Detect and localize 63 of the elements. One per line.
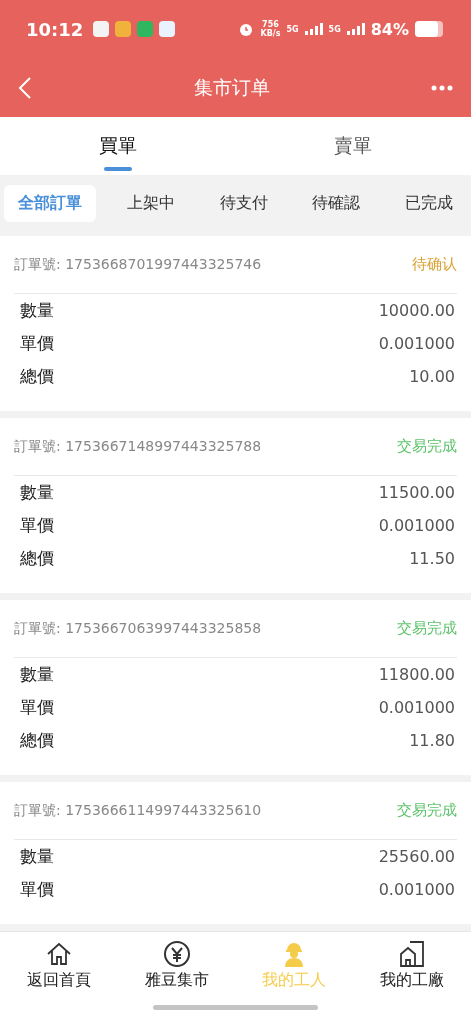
signal-icon bbox=[346, 23, 365, 35]
order-status: 待确认 bbox=[412, 255, 457, 274]
field-value: 0.001000 bbox=[378, 334, 455, 353]
field-value: 0.001000 bbox=[378, 516, 455, 535]
signal-icon bbox=[304, 23, 323, 35]
battery-icon bbox=[415, 21, 445, 37]
field-value: 11.80 bbox=[409, 731, 455, 750]
field-value: 11.50 bbox=[409, 549, 455, 568]
order-card[interactable]: 訂單號: 1753667063997443325858 交易完成 數量 11800.00 單價 0.001000 總價 11.80 bbox=[0, 600, 471, 775]
battery-level: 84% bbox=[370, 19, 409, 39]
app-icon bbox=[159, 21, 176, 37]
field-label: 數量 bbox=[20, 299, 54, 322]
app-icon bbox=[93, 21, 110, 37]
filter-tab[interactable]: 待支付 bbox=[205, 185, 282, 222]
order-tab[interactable]: 賣單 bbox=[235, 117, 471, 175]
order-card[interactable]: 訂單號: 1753667148997443325788 交易完成 數量 11500.00 單價 0.001000 總價 11.50 bbox=[0, 418, 471, 593]
bottom-nav-item[interactable]: 雅豆集市 bbox=[117, 940, 236, 991]
filter-tab[interactable]: 待確認 bbox=[298, 185, 375, 222]
tab-indicator bbox=[103, 167, 132, 171]
order-card[interactable]: 訂單號: 1753666114997443325610 交易完成 數量 25560.00 單價 0.001000 bbox=[0, 782, 471, 924]
network-type: 5G bbox=[328, 24, 341, 34]
order-card[interactable]: 訂單號: 1753668701997443325746 待确认 數量 10000.00 單價 0.001000 總價 10.00 bbox=[0, 236, 471, 411]
field-label: 數量 bbox=[20, 845, 54, 868]
field-value: 10000.00 bbox=[378, 301, 455, 320]
field-label: 數量 bbox=[20, 481, 54, 504]
field-value: 25560.00 bbox=[378, 847, 455, 866]
back-icon[interactable] bbox=[18, 75, 32, 100]
field-value: 0.001000 bbox=[378, 698, 455, 717]
field-value: 0.001000 bbox=[378, 880, 455, 899]
bottom-nav-item[interactable]: 返回首頁 bbox=[0, 940, 118, 991]
order-status: 交易完成 bbox=[397, 801, 457, 820]
bottom-nav-item[interactable]: 我的工廠 bbox=[353, 940, 471, 991]
network-type: 5G bbox=[286, 24, 299, 34]
order-number: 訂單號: 1753667063997443325858 bbox=[14, 619, 262, 638]
status-time: 10:12 bbox=[26, 18, 84, 40]
factory-icon bbox=[398, 940, 427, 968]
field-label: 數量 bbox=[20, 663, 54, 686]
field-label: 單價 bbox=[20, 514, 54, 537]
net-unit: KB/s bbox=[260, 29, 281, 38]
order-number: 訂單號: 1753668701997443325746 bbox=[14, 255, 262, 274]
more-icon[interactable] bbox=[431, 84, 453, 91]
order-number: 訂單號: 1753667148997443325788 bbox=[14, 437, 262, 456]
field-value: 11800.00 bbox=[378, 665, 455, 684]
field-value: 10.00 bbox=[409, 367, 455, 386]
field-label: 單價 bbox=[20, 332, 54, 355]
field-label: 總價 bbox=[20, 365, 54, 388]
order-status: 交易完成 bbox=[397, 619, 457, 638]
field-label: 總價 bbox=[20, 729, 54, 752]
yuan-icon bbox=[162, 940, 191, 968]
field-value: 11500.00 bbox=[378, 483, 455, 502]
order-status: 交易完成 bbox=[397, 437, 457, 456]
field-label: 單價 bbox=[20, 696, 54, 719]
page-title: 集市订单 bbox=[193, 74, 270, 100]
alarm-icon bbox=[238, 21, 255, 37]
filter-tab[interactable]: 已完成 bbox=[391, 185, 467, 222]
app-icon bbox=[115, 21, 132, 37]
order-tab[interactable]: 買單 bbox=[0, 117, 236, 175]
net-speed: 756 bbox=[262, 20, 279, 29]
field-label: 單價 bbox=[20, 878, 54, 901]
field-label: 總價 bbox=[20, 547, 54, 570]
order-number: 訂單號: 1753666114997443325610 bbox=[14, 801, 262, 820]
filter-tab[interactable]: 上架中 bbox=[112, 185, 189, 222]
app-icon bbox=[137, 21, 154, 37]
